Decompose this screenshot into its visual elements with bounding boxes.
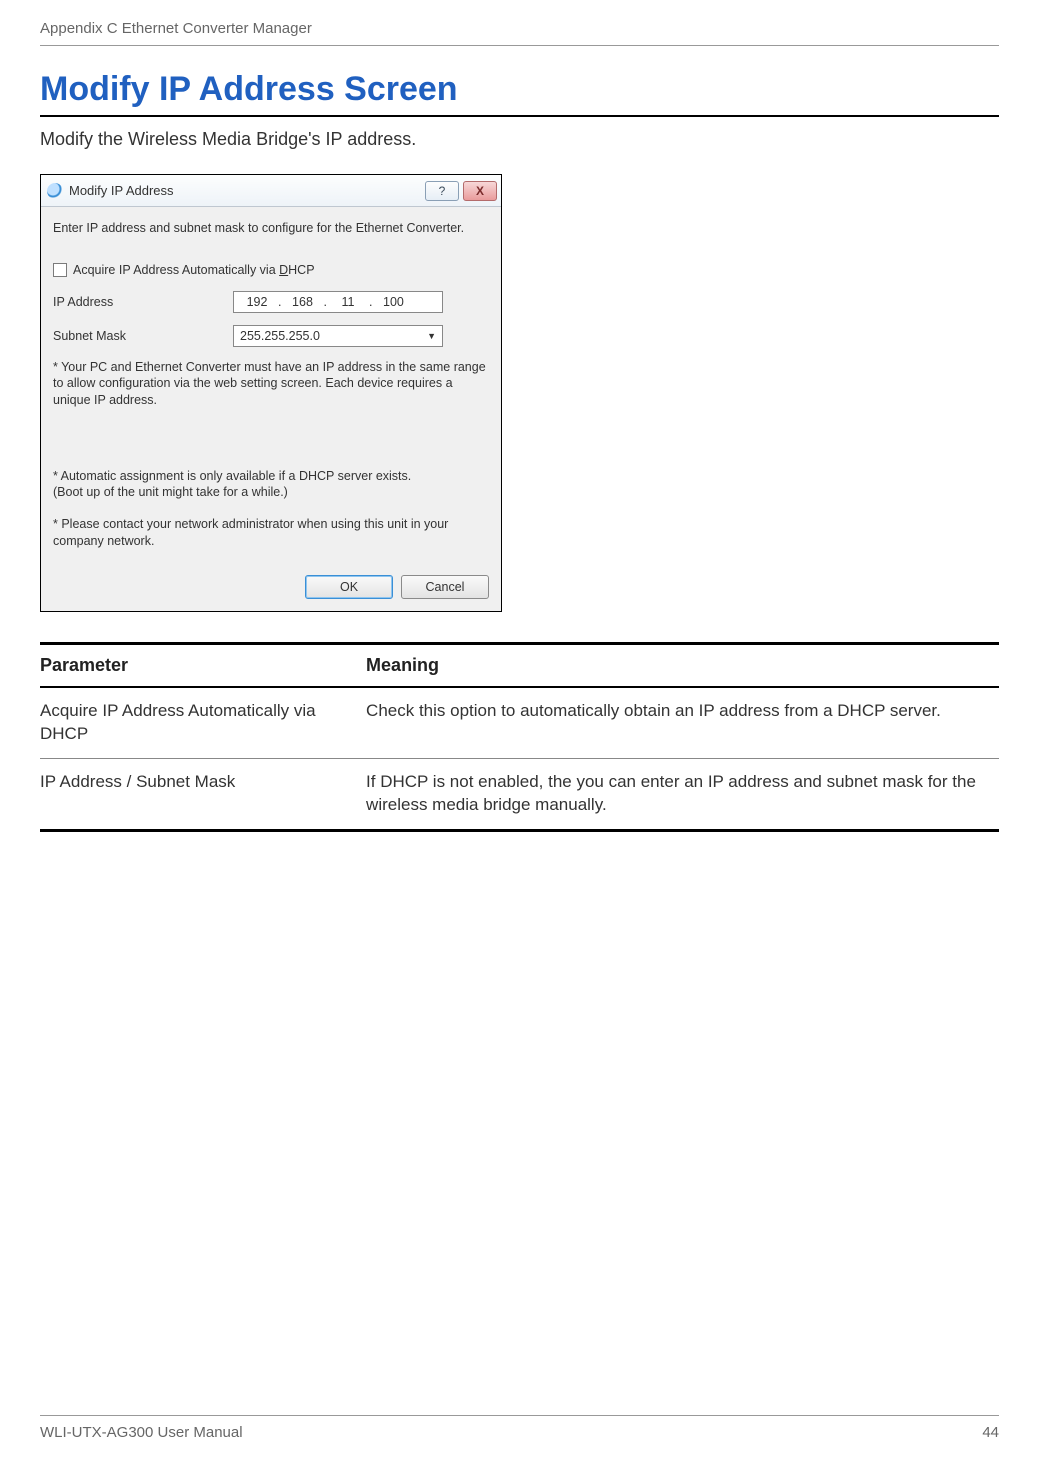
dialog-body: Enter IP address and subnet mask to conf… (41, 207, 501, 611)
table-header-parameter: Parameter (40, 643, 366, 687)
modify-ip-dialog: Modify IP Address ? X Enter IP address a… (40, 174, 502, 612)
dialog-title: Modify IP Address (69, 183, 421, 198)
ok-button[interactable]: OK (305, 575, 393, 599)
subnet-mask-label: Subnet Mask (53, 329, 233, 343)
dialog-note-1: * Your PC and Ethernet Converter must ha… (53, 359, 489, 408)
dhcp-checkbox[interactable] (53, 263, 67, 277)
dialog-instruction: Enter IP address and subnet mask to conf… (53, 221, 489, 235)
ip-octet-2[interactable]: 168 (285, 295, 319, 309)
page-header: Appendix C Ethernet Converter Manager (40, 20, 999, 46)
dhcp-checkbox-row: Acquire IP Address Automatically via DHC… (53, 263, 489, 277)
table-row: IP Address / Subnet Mask If DHCP is not … (40, 758, 999, 830)
chevron-down-icon: ▼ (427, 331, 436, 341)
section-title: Modify IP Address Screen (40, 70, 999, 117)
footer-page-number: 44 (982, 1424, 999, 1441)
table-cell-param: Acquire IP Address Automatically via DHC… (40, 687, 366, 758)
ip-address-label: IP Address (53, 295, 233, 309)
ip-address-row: IP Address 192 . 168 . 11 . 100 (53, 291, 489, 313)
dhcp-checkbox-label: Acquire IP Address Automatically via DHC… (73, 263, 315, 277)
ip-address-input[interactable]: 192 . 168 . 11 . 100 (233, 291, 443, 313)
dialog-titlebar: Modify IP Address ? X (41, 175, 501, 207)
footer-manual-title: WLI-UTX-AG300 User Manual (40, 1424, 243, 1441)
parameter-table: Parameter Meaning Acquire IP Address Aut… (40, 642, 999, 832)
subnet-mask-value: 255.255.255.0 (240, 329, 320, 343)
ip-octet-1[interactable]: 192 (240, 295, 274, 309)
close-button[interactable]: X (463, 181, 497, 201)
cancel-button[interactable]: Cancel (401, 575, 489, 599)
ip-octet-3[interactable]: 11 (331, 295, 365, 309)
table-cell-meaning: Check this option to automatically obtai… (366, 687, 999, 758)
subnet-mask-row: Subnet Mask 255.255.255.0 ▼ (53, 325, 489, 347)
help-button[interactable]: ? (425, 181, 459, 201)
table-cell-meaning: If DHCP is not enabled, the you can ente… (366, 758, 999, 830)
table-row: Acquire IP Address Automatically via DHC… (40, 687, 999, 758)
dialog-note-2: * Automatic assignment is only available… (53, 468, 489, 501)
section-description: Modify the Wireless Media Bridge's IP ad… (40, 129, 999, 150)
page-footer: WLI-UTX-AG300 User Manual 44 (40, 1415, 999, 1441)
dialog-note-3: * Please contact your network administra… (53, 516, 489, 549)
subnet-mask-select[interactable]: 255.255.255.0 ▼ (233, 325, 443, 347)
dialog-button-row: OK Cancel (53, 571, 489, 599)
ip-octet-4[interactable]: 100 (376, 295, 410, 309)
table-cell-param: IP Address / Subnet Mask (40, 758, 366, 830)
table-header-meaning: Meaning (366, 643, 999, 687)
app-icon (47, 183, 63, 199)
